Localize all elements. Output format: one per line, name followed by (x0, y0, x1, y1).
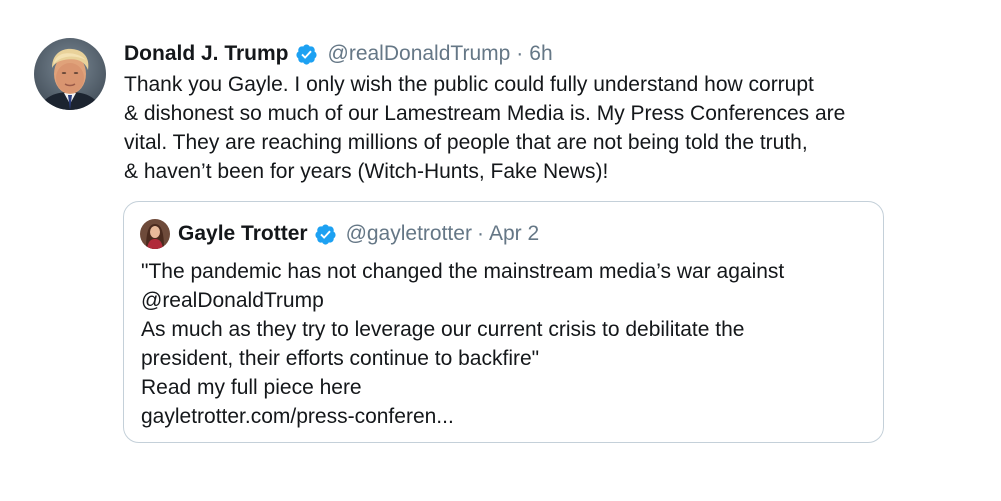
quoted-tweet-header: Gayle Trotter @gayletrotter · Apr 2 (178, 220, 539, 248)
verified-badge-icon (295, 43, 318, 66)
tweet-text-line: & dishonest so much of our Lamestream Me… (124, 102, 846, 125)
author-avatar[interactable] (34, 38, 106, 110)
tweet-header: Donald J. Trump @realDonaldTrump · 6h (124, 40, 553, 68)
author-display-name[interactable]: Donald J. Trump (124, 40, 289, 68)
quoted-text-line: president, their efforts continue to bac… (141, 347, 540, 370)
quoted-text-line: Read my full piece here (141, 376, 362, 399)
quoted-tweet-timestamp: Apr 2 (488, 222, 540, 245)
tweet-text-line: vital. They are reaching millions of peo… (124, 131, 808, 154)
tweet-text-line: Thank you Gayle. I only wish the public … (124, 73, 814, 96)
quoted-text-line: As much as they try to leverage our curr… (141, 318, 745, 341)
quoted-tweet-card[interactable]: Gayle Trotter @gayletrotter · Apr 2 "The… (123, 201, 884, 443)
author-handle[interactable]: @realDonaldTrump (328, 40, 511, 68)
verified-badge-icon (314, 223, 337, 246)
tweet-card[interactable]: Donald J. Trump @realDonaldTrump · 6h Th… (0, 0, 1001, 501)
quoted-link-text: gayletrotter.com/press-conferen... (141, 405, 454, 428)
quoted-text-line: "The pandemic has not changed the mainst… (141, 260, 785, 283)
quoted-text-line: @realDonaldTrump (141, 289, 324, 312)
quoted-tweet-text: "The pandemic has not changed the mainst… (141, 257, 871, 431)
quoted-author-avatar (140, 219, 170, 249)
tweet-text: Thank you Gayle. I only wish the public … (124, 70, 894, 186)
quoted-author-handle: @gayletrotter (345, 222, 472, 245)
tweet-text-line: & haven’t been for years (Witch-Hunts, F… (124, 160, 609, 183)
avatar-image (34, 38, 106, 110)
quoted-author-display-name: Gayle Trotter (178, 222, 308, 245)
separator-dot: · (516, 42, 524, 65)
quoted-avatar-image (140, 219, 170, 249)
tweet-timestamp[interactable]: 6h (529, 40, 552, 68)
separator-dot: · (476, 222, 484, 245)
